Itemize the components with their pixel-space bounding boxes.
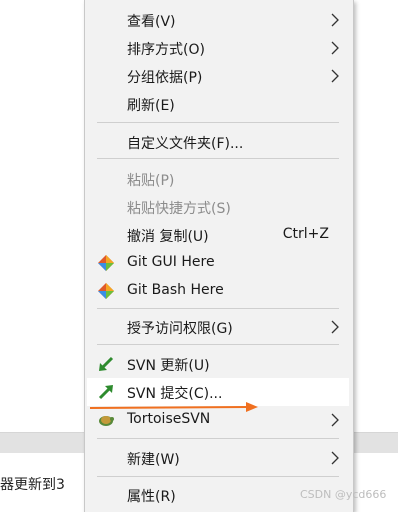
watermark: CSDN @ycd666	[300, 488, 387, 501]
menu-item-svn-update-label: SVN 更新(U)	[127, 358, 210, 374]
menu-item-git-gui-label: Git GUI Here	[127, 254, 215, 270]
menu-item-refresh[interactable]: 刷新(E)	[87, 90, 349, 118]
menu-item-undo-copy-shortcut: Ctrl+Z	[282, 226, 329, 242]
menu-separator	[97, 158, 339, 159]
menu-separator	[97, 476, 339, 477]
menu-item-new-label: 新建(W)	[127, 452, 180, 468]
menu-item-undo-copy-label: 撤消 复制(U)	[127, 229, 209, 245]
menu-separator	[97, 122, 339, 123]
menu-item-give-access-label: 授予访问权限(G)	[127, 321, 233, 337]
menu-item-properties-label: 属性(R)	[127, 489, 176, 505]
menu-item-svn-update[interactable]: SVN 更新(U)	[87, 350, 349, 378]
menu-item-paste-shortcut-label: 粘贴快捷方式(S)	[127, 201, 231, 217]
svn-update-icon	[99, 356, 114, 371]
menu-item-git-bash[interactable]: Git Bash Here	[87, 277, 349, 305]
git-gui-icon	[98, 255, 114, 271]
menu-item-paste-label: 粘贴(P)	[127, 173, 175, 189]
menu-item-new[interactable]: 新建(W)	[87, 444, 349, 472]
menu-item-paste-shortcut[interactable]: 粘贴快捷方式(S)	[87, 193, 349, 221]
menu-item-group-by-label: 分组依据(P)	[127, 70, 203, 86]
menu-item-customize-folder[interactable]: 自定义文件夹(F)...	[87, 128, 349, 156]
menu-item-paste[interactable]: 粘贴(P)	[87, 165, 349, 193]
submenu-arrow-icon	[331, 41, 339, 55]
menu-item-view-label: 查看(V)	[127, 14, 176, 30]
git-bash-icon	[98, 283, 114, 299]
menu-item-group-by[interactable]: 分组依据(P)	[87, 62, 349, 90]
menu-item-customize-folder-label: 自定义文件夹(F)...	[127, 136, 244, 152]
menu-item-undo-copy[interactable]: 撤消 复制(U) Ctrl+Z	[87, 221, 349, 249]
context-menu: 查看(V) 排序方式(O) 分组依据(P) 刷新(E) 自定义文件夹(F)...…	[84, 0, 354, 512]
submenu-arrow-icon	[331, 320, 339, 334]
menu-separator	[97, 344, 339, 345]
menu-item-sort-by[interactable]: 排序方式(O)	[87, 34, 349, 62]
submenu-arrow-icon	[331, 413, 339, 427]
menu-item-view[interactable]: 查看(V)	[87, 6, 349, 34]
menu-separator	[97, 438, 339, 439]
menu-item-git-gui[interactable]: Git GUI Here	[87, 249, 349, 277]
menu-item-git-bash-label: Git Bash Here	[127, 282, 224, 298]
menu-separator	[97, 308, 339, 309]
submenu-arrow-icon	[331, 69, 339, 83]
background-window-text: 器更新到3	[0, 477, 65, 493]
submenu-arrow-icon	[331, 13, 339, 27]
annotation-arrow	[89, 402, 258, 412]
menu-item-give-access[interactable]: 授予访问权限(G)	[87, 313, 349, 341]
menu-item-refresh-label: 刷新(E)	[127, 98, 175, 114]
menu-item-sort-by-label: 排序方式(O)	[127, 42, 205, 58]
submenu-arrow-icon	[331, 451, 339, 465]
